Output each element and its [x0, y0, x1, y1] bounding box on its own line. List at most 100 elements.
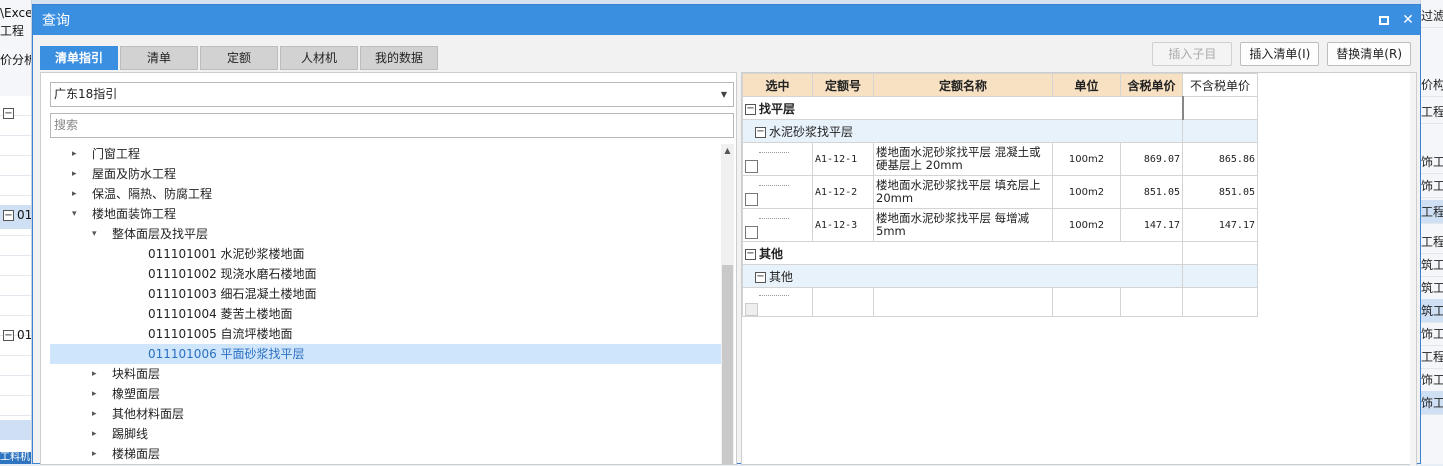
col-notax-price[interactable]: 不含税单价: [1182, 73, 1258, 97]
search-input[interactable]: 搜索: [50, 113, 734, 138]
quota-code: A1-12-2: [812, 175, 874, 209]
collapse-icon: −: [3, 330, 14, 341]
tab-quota[interactable]: 定额: [200, 46, 278, 70]
col-select[interactable]: 选中: [742, 73, 813, 97]
collapsed-arrow-icon[interactable]: ▸: [72, 184, 77, 204]
close-icon: ✕: [1402, 12, 1414, 28]
dialog-titlebar[interactable]: 查询 ✕: [33, 5, 1420, 35]
expanded-arrow-icon[interactable]: ▾: [72, 204, 77, 224]
tree-item-label: 整体面层及找平层: [112, 227, 209, 241]
table-row[interactable]: A1-12-1 楼地面水泥砂浆找平层 混凝土或硬基层上 20mm 100m2 8…: [742, 142, 1258, 176]
collapsed-arrow-icon[interactable]: ▸: [92, 424, 97, 444]
collapse-icon[interactable]: −: [755, 126, 766, 138]
tree-item[interactable]: 011101006 平面砂浆找平层: [50, 344, 721, 364]
group-label: 找平层: [759, 101, 796, 116]
tree-item[interactable]: ▸ 其他材料面层: [50, 404, 721, 424]
tab-labor-material-machine[interactable]: 人材机: [280, 46, 358, 70]
tree-item-label: 块料面层: [112, 367, 161, 381]
subgroup-row[interactable]: − 其他: [742, 264, 1258, 288]
row-checkbox[interactable]: [745, 226, 758, 239]
tree-item[interactable]: ▸ 门窗工程: [50, 144, 721, 164]
row-checkbox[interactable]: [745, 303, 758, 316]
tree-item[interactable]: 011101005 自流坪楼地面: [50, 324, 721, 344]
guide-select[interactable]: 广东18指引 ▼: [50, 82, 734, 107]
collapsed-arrow-icon[interactable]: ▸: [92, 404, 97, 424]
chevron-down-icon: ▼: [720, 90, 727, 99]
maximize-button[interactable]: [1372, 5, 1396, 35]
insert-child-button[interactable]: 插入子目: [1152, 42, 1233, 66]
tree-item[interactable]: ▸ 保温、隔热、防腐工程: [50, 184, 721, 204]
quota-code: A1-12-3: [812, 208, 874, 242]
col-tax-price[interactable]: 含税单价: [1120, 73, 1183, 97]
bg-right-text[interactable]: 过滤: [1421, 4, 1443, 28]
bg-right-text: 饰工程: [1421, 174, 1443, 198]
group-row[interactable]: − 找平层: [742, 96, 1258, 120]
bg-left-text: 工程: [0, 24, 25, 38]
bg-left-selected-row: [0, 420, 31, 440]
quota-tax-price: 869.07: [1120, 142, 1183, 176]
col-name[interactable]: 定额名称: [873, 73, 1053, 97]
tree-item[interactable]: ▸ 块料面层: [50, 364, 721, 384]
tree-item-label: 屋面及防水工程: [92, 167, 177, 181]
scroll-up-icon[interactable]: ▲: [721, 144, 734, 158]
tree-item-label: 踢脚线: [112, 427, 149, 441]
bg-right-text: 价构: [1421, 73, 1443, 97]
subgroup-label: 其他: [769, 269, 794, 284]
insert-list-button[interactable]: 插入清单(I): [1240, 42, 1320, 66]
bg-right-text: 饰工程: [1421, 322, 1443, 346]
table-row[interactable]: A1-12-3 楼地面水泥砂浆找平层 每增减5mm 100m2 147.17 1…: [742, 208, 1258, 242]
table-row[interactable]: A1-12-2 楼地面水泥砂浆找平层 填充层上20mm 100m2 851.05…: [742, 175, 1258, 209]
row-checkbox[interactable]: [745, 193, 758, 206]
quota-name: 楼地面水泥砂浆找平层 混凝土或硬基层上 20mm: [873, 142, 1053, 176]
tree-item-label: 011101004 菱苦土楼地面: [148, 307, 293, 321]
table-row[interactable]: [742, 287, 1258, 317]
row-checkbox[interactable]: [745, 160, 758, 173]
tree-item-label: 011101003 细石混凝土楼地面: [148, 287, 317, 301]
tree-item[interactable]: ▸ 屋面及防水工程: [50, 164, 721, 184]
bg-right-text: 筑工程: [1421, 276, 1443, 300]
tree-item[interactable]: 011101004 菱苦土楼地面: [50, 304, 721, 324]
tree-item-label: 门窗工程: [92, 147, 141, 161]
collapsed-arrow-icon[interactable]: ▸: [92, 384, 97, 404]
tree-item[interactable]: ▾ 整体面层及找平层: [50, 224, 721, 244]
quota-tax-price: 147.17: [1120, 208, 1183, 242]
collapsed-arrow-icon[interactable]: ▸: [72, 144, 77, 164]
tree-item[interactable]: 011101002 现浇水磨石楼地面: [50, 264, 721, 284]
collapsed-arrow-icon[interactable]: ▸: [92, 444, 97, 464]
quota-panel: 选中 定额号 定额名称 单位 含税单价 不含税单价 − 找平层 − 水泥砂浆找平层 …: [741, 72, 1417, 466]
guide-select-value: 广东18指引: [54, 87, 118, 101]
query-dialog: 查询 ✕ 清单指引 清单 定额 人材机 我的数据 插入子目 插入清单(I) 替换…: [32, 4, 1421, 466]
subgroup-row[interactable]: − 水泥砂浆找平层: [742, 119, 1258, 143]
tree-item[interactable]: ▸ 楼梯面层: [50, 444, 721, 464]
scrollbar-thumb[interactable]: [722, 265, 733, 464]
quota-table: 选中 定额号 定额名称 单位 含税单价 不含税单价 − 找平层 − 水泥砂浆找平层 …: [742, 73, 1258, 317]
collapsed-arrow-icon[interactable]: ▸: [72, 164, 77, 184]
collapse-icon[interactable]: −: [745, 248, 756, 260]
table-scrollbar[interactable]: [1410, 73, 1416, 466]
col-code[interactable]: 定额号: [812, 73, 874, 97]
tree-item-label: 保温、隔热、防腐工程: [92, 187, 213, 201]
tree-scrollbar[interactable]: ▲: [721, 144, 734, 464]
tree-item[interactable]: ▸ 橡塑面层: [50, 384, 721, 404]
bg-right-text: 工程: [1421, 100, 1443, 124]
replace-list-button[interactable]: 替换清单(R): [1327, 42, 1411, 66]
tab-my-data[interactable]: 我的数据: [360, 46, 438, 70]
collapse-icon[interactable]: −: [755, 271, 766, 283]
tree-item[interactable]: 011101003 细石混凝土楼地面: [50, 284, 721, 304]
close-button[interactable]: ✕: [1396, 5, 1420, 35]
bg-left-bottom-tab[interactable]: 工料机: [0, 452, 31, 464]
tree-item[interactable]: 011101001 水泥砂浆楼地面: [50, 244, 721, 264]
guide-panel: 广东18指引 ▼ 搜索 ▸ 门窗工程 ▸ 屋面及防水工程 ▸ 保温、隔热、防腐工程 ▾ 楼地面…: [40, 72, 737, 465]
collapse-icon[interactable]: −: [745, 103, 756, 115]
tab-list[interactable]: 清单: [120, 46, 198, 70]
bg-left-text: 价分析: [0, 53, 31, 67]
expanded-arrow-icon[interactable]: ▾: [92, 224, 97, 244]
col-unit[interactable]: 单位: [1052, 73, 1121, 97]
tree-item[interactable]: ▾ 楼地面装饰工程: [50, 204, 721, 224]
group-row[interactable]: − 其他: [742, 241, 1258, 265]
tree-item[interactable]: ▸ 踢脚线: [50, 424, 721, 444]
collapsed-arrow-icon[interactable]: ▸: [92, 364, 97, 384]
guide-tree: ▸ 门窗工程 ▸ 屋面及防水工程 ▸ 保温、隔热、防腐工程 ▾ 楼地面装饰工程 ▾ 整体面层及找平…: [50, 144, 721, 464]
tab-list-guide[interactable]: 清单指引: [40, 46, 118, 70]
bg-right-text: 工程: [1421, 200, 1443, 224]
